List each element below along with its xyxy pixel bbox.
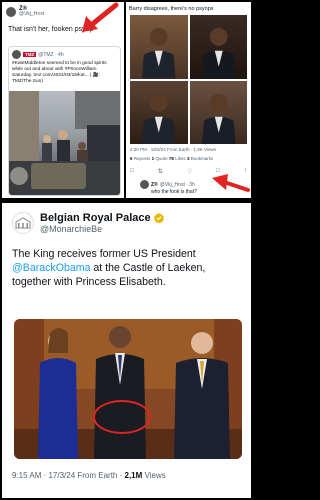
quotes-count[interactable]: 1 (152, 156, 155, 161)
like-icon[interactable]: ♡ (187, 168, 192, 175)
tweet-meta: 4:20 PM · 18/3/24 From Earth · 1,9K View… (130, 147, 216, 152)
avatar[interactable] (140, 180, 149, 189)
tweet-stats: 6 Reposts 1 Quote 78 Likes 3 Bookmarks (130, 156, 213, 161)
bookmarks-count[interactable]: 3 (187, 156, 190, 161)
photo-3[interactable] (130, 80, 188, 144)
photo-1[interactable] (130, 15, 188, 79)
quote-header: TMZ @TMZ · 4h (9, 47, 120, 59)
photo-4[interactable] (189, 80, 247, 144)
portrait-image (141, 27, 176, 79)
repost-icon[interactable]: ⇅ (158, 168, 163, 175)
tweet-header: Belgian Royal Palace @MonarchieBe (2, 203, 251, 234)
likes-count[interactable]: 78 (169, 156, 174, 161)
account-handle[interactable]: @MonarchieBe (40, 224, 164, 234)
photo-2[interactable] (189, 15, 247, 79)
views-label: Views (142, 471, 166, 480)
account-name[interactable]: Belgian Royal Palace (40, 212, 151, 224)
bottom-tweet-panel: Belgian Royal Palace @MonarchieBe The Ki… (2, 203, 251, 498)
bookmarks-label[interactable]: Bookmarks (191, 156, 214, 161)
tweet-text: Barry disagrees, there's no psyops (129, 6, 214, 12)
avatar[interactable] (6, 6, 16, 17)
tweet-body: The King receives former US President @B… (2, 234, 251, 290)
reply-handle[interactable]: @Vkj_Host · 3h (160, 182, 195, 188)
quoted-tweet[interactable]: TMZ @TMZ · 4h #KateMiddleton seemed to b… (8, 46, 121, 196)
mention-link[interactable]: @BarackObama (12, 262, 90, 274)
left-tweet-panel: Z® @Vkj_Host That isn't her, fooken psyo… (2, 2, 124, 198)
quote-text: #KateMiddleton seemed to be in good spir… (12, 61, 107, 84)
likes-label[interactable]: Likes (175, 156, 186, 161)
reply-icon[interactable]: □ (130, 168, 134, 175)
palace-building-icon (15, 217, 31, 229)
body-text-1: The King receives former US President (12, 248, 196, 260)
portrait-image (201, 27, 236, 79)
reply-text: who the fook is that? (151, 189, 197, 195)
tweet-photo[interactable] (14, 319, 242, 459)
user-handle[interactable]: @Vkj_Host (19, 12, 44, 18)
photo-grid (130, 15, 247, 144)
quote-image[interactable] (9, 91, 120, 195)
red-arrow-icon (82, 2, 119, 32)
reposts-label[interactable]: Reposts (134, 156, 151, 161)
verified-badge-icon (153, 213, 164, 223)
reply-user[interactable]: Z® (151, 182, 158, 188)
timestamp[interactable]: 9:15 AM · 17/3/24 From Earth · (12, 471, 125, 480)
right-tweet-panel: Barry disagrees, there's no psyops 4:20 … (126, 2, 251, 198)
reply-tweet[interactable]: Z® @Vkj_Host · 3h who the fook is that? (140, 180, 197, 195)
tweet-meta: 9:15 AM · 17/3/24 From Earth · 2,1M View… (12, 471, 166, 480)
palace-logo-icon[interactable] (12, 212, 34, 234)
group-photo-image (14, 319, 242, 459)
quote-handle: @TMZ · 4h (38, 51, 64, 58)
portrait-image (141, 93, 176, 144)
quotes-label[interactable]: Quote (155, 156, 167, 161)
avatar (12, 50, 21, 59)
tmz-brand: TMZ (23, 52, 37, 57)
views-count[interactable]: 2,1M (125, 471, 143, 480)
street-scene-image (9, 91, 120, 195)
red-arrow-icon (212, 174, 250, 192)
reposts-count[interactable]: 6 (130, 156, 133, 161)
portrait-image (201, 93, 236, 144)
